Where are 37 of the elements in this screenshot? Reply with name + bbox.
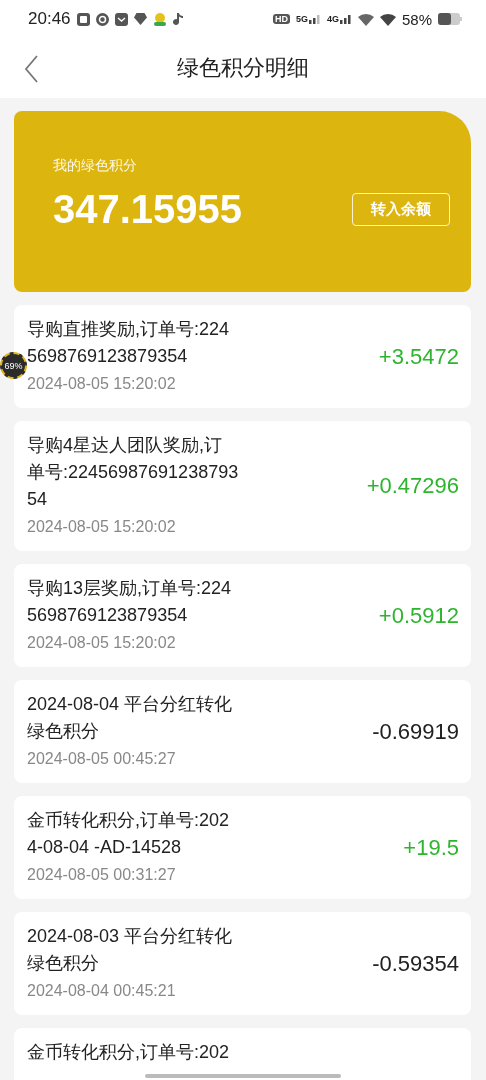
record-time: 2024-08-05 15:20:02 [27, 633, 177, 653]
floating-ball[interactable]: 69% [0, 352, 27, 379]
points-label: 我的绿色积分 [53, 157, 138, 175]
music-note-icon [172, 12, 184, 26]
record-amount: +3.5472 [378, 343, 459, 370]
record-title: 导购直推奖励,订单号:2245698769123879354 [27, 318, 231, 368]
refresh-icon [95, 12, 109, 26]
record-title: 2024-08-03 平台分红转化绿色积分 [27, 925, 234, 975]
record-amount: +19.5 [403, 834, 459, 861]
signal-icon [339, 14, 352, 24]
wifi-icon [357, 12, 374, 26]
record-title: 导购13层奖励,订单号:2245698769123879354 [27, 577, 233, 627]
record-amount: +0.5912 [378, 602, 459, 629]
signal-icon [308, 14, 321, 24]
battery-percent: 58% [401, 10, 432, 28]
record-title: 导购4星达人团队奖励,订单号:2245698769123879354 [27, 434, 239, 511]
battery-icon [438, 13, 462, 25]
record-time: 2024-08-05 15:20:02 [27, 374, 177, 394]
record-amount: -0.69919 [372, 718, 459, 745]
page-title: 绿色积分明细 [177, 54, 309, 82]
status-time: 20:46 [28, 9, 71, 29]
record-title: 2024-08-04 平台分红转化绿色积分 [27, 693, 234, 743]
record-time: 2024-08-04 00:45:21 [27, 981, 177, 1001]
app-icon [152, 12, 167, 26]
record-amount: -0.59354 [372, 950, 459, 977]
wifi-icon [379, 12, 396, 26]
record-title: 金币转化积分,订单号:2024-08-04 -AD-14528 [27, 809, 231, 859]
mail-icon [114, 12, 128, 26]
record-time: 2024-08-05 00:31:27 [27, 865, 177, 885]
record-title: 金币转化积分,订单号:202 [27, 1041, 231, 1064]
record-time: 2024-08-05 15:20:02 [27, 517, 177, 537]
network-label: 4G [326, 14, 339, 24]
record-time: 2024-08-05 00:45:27 [27, 749, 177, 769]
points-value: 347.15955 [53, 187, 243, 232]
record-amount: +0.47296 [366, 473, 459, 499]
network-label: 5G [295, 14, 308, 24]
hd-label: HD [272, 14, 290, 24]
